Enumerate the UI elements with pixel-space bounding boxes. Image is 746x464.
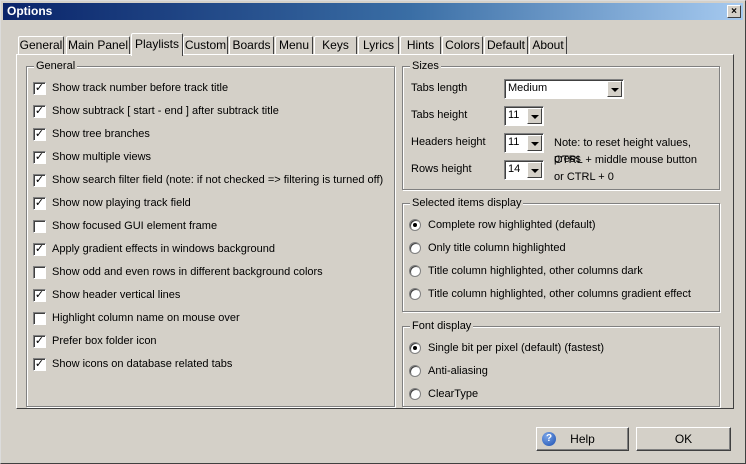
checkbox-header-vlines[interactable]: ✓ [33,289,46,302]
help-icon: ? [542,432,556,446]
checkbox-multiple-views[interactable]: ✓ [33,151,46,164]
tab-menu[interactable]: Menu [275,36,313,55]
close-icon[interactable]: × [727,5,741,18]
headers-height-select[interactable]: 11 [504,133,544,153]
option-label: Show subtrack [ start - end ] after subt… [52,105,279,117]
checkbox-focused-frame[interactable] [33,220,46,233]
option-label: Title column highlighted, other columns … [428,265,643,277]
option-label: Highlight column name on mouse over [52,312,240,324]
rows-height-label: Rows height [411,163,472,175]
radio-single-bit[interactable] [409,342,421,354]
font-display-group-title: Font display [410,319,474,333]
chevron-down-icon[interactable] [607,81,622,97]
tabs-length-label: Tabs length [411,82,468,94]
tabs-height-value: 11 [508,109,520,121]
checkbox-search-filter[interactable]: ✓ [33,174,46,187]
help-button[interactable]: ? Help [536,427,629,451]
title-bar[interactable]: Options × [3,3,743,20]
option-label: Only title column highlighted [428,242,566,254]
tabs-length-select[interactable]: Medium [504,79,624,99]
general-group-title: General [34,59,78,73]
tab-boards[interactable]: Boards [229,36,274,55]
option-label: Show odd and even rows in different back… [52,266,323,278]
chevron-down-icon[interactable] [527,135,542,151]
tab-colors[interactable]: Colors [442,36,483,55]
selected-items-group-title: Selected items display [410,196,524,210]
tab-custom[interactable]: Custom [183,36,228,55]
tab-playlists[interactable]: Playlists [131,33,183,56]
headers-height-value: 11 [508,136,520,148]
radio-complete-row[interactable] [409,219,421,231]
option-label: Show track number before track title [52,82,229,94]
selected-items-group: Selected items display Complete row high… [402,196,720,312]
sizes-group-title: Sizes [410,59,441,73]
option-label: ClearType [428,388,479,400]
rows-height-value: 14 [508,163,521,175]
checkbox-highlight-column[interactable] [33,312,46,325]
checkbox-subtrack[interactable]: ✓ [33,105,46,118]
tabs-height-select[interactable]: 11 [504,106,544,126]
headers-height-label: Headers height [411,136,486,148]
tab-general[interactable]: General [18,36,64,55]
tab-about[interactable]: About [529,36,567,55]
height-reset-note-3: or CTRL + 0 [554,171,614,183]
radio-cleartype[interactable] [409,388,421,400]
options-dialog: Options × General Main Panel Playlists C… [0,0,746,464]
font-display-group: Font display Single bit per pixel (defau… [402,319,720,407]
option-label: Complete row highlighted (default) [428,219,596,231]
height-reset-note-2: CTRL + middle mouse button [554,154,697,166]
help-button-label: Help [570,432,595,446]
radio-title-dark[interactable] [409,265,421,277]
checkbox-odd-even-rows[interactable] [33,266,46,279]
tab-default[interactable]: Default [484,36,528,55]
sizes-group: Sizes Tabs length Medium Tabs height 11 … [402,59,720,190]
checkbox-track-number[interactable]: ✓ [33,82,46,95]
checkbox-gradient-effects[interactable]: ✓ [33,243,46,256]
chevron-down-icon[interactable] [527,108,542,124]
tabs-length-value: Medium [508,82,548,94]
radio-title-only[interactable] [409,242,421,254]
option-label: Show header vertical lines [52,289,181,301]
tab-hints[interactable]: Hints [400,36,441,55]
rows-height-select[interactable]: 14 [504,160,544,180]
option-label: Show focused GUI element frame [52,220,218,232]
tab-lyrics[interactable]: Lyrics [358,36,399,55]
window-title: Options [7,4,53,18]
chevron-down-icon[interactable] [527,162,542,178]
option-label: Prefer box folder icon [52,335,157,347]
option-label: Apply gradient effects in windows backgr… [52,243,275,255]
option-label: Show multiple views [52,151,152,163]
option-label: Title column highlighted, other columns … [428,288,691,300]
option-label: Show search filter field (note: if not c… [52,174,384,186]
option-label: Anti-aliasing [428,365,488,377]
option-label: Single bit per pixel (default) (fastest) [428,342,605,354]
tab-main-panel[interactable]: Main Panel [66,36,130,55]
checkbox-box-folder-icon[interactable]: ✓ [33,335,46,348]
radio-title-gradient[interactable] [409,288,421,300]
radio-anti-aliasing[interactable] [409,365,421,377]
option-label: Show now playing track field [52,197,191,209]
option-label: Show icons on database related tabs [52,358,233,370]
checkbox-database-icons[interactable]: ✓ [33,358,46,371]
general-group: General ✓ Show track number before track… [26,59,395,407]
option-label: Show tree branches [52,128,150,140]
tabs-height-label: Tabs height [411,109,468,121]
ok-button-label: OK [674,432,693,446]
tab-keys[interactable]: Keys [314,36,357,55]
ok-button[interactable]: OK [636,427,731,451]
checkbox-now-playing[interactable]: ✓ [33,197,46,210]
checkbox-tree-branches[interactable]: ✓ [33,128,46,141]
